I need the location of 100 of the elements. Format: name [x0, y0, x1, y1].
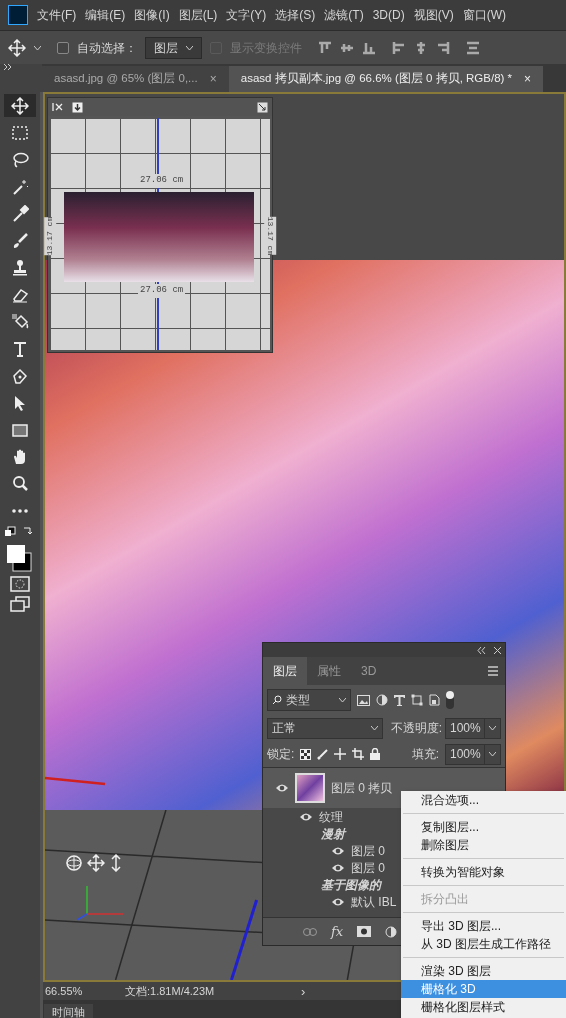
blend-mode-dropdown[interactable]: 正常 — [267, 717, 383, 739]
menu-item[interactable]: 转换为智能对象 — [401, 863, 566, 881]
menu-item[interactable]: 3D(D) — [372, 6, 405, 24]
type-icon — [11, 339, 29, 358]
opacity-field[interactable]: 100% — [445, 717, 501, 739]
status-menu-button[interactable]: › — [301, 984, 306, 998]
layer-name[interactable]: 图层 0 拷贝 — [331, 779, 393, 797]
crop-icon[interactable] — [352, 748, 365, 760]
screen-mode-icon[interactable] — [10, 596, 30, 612]
menu-item[interactable]: 文字(Y) — [226, 6, 267, 24]
filter-dropdown[interactable]: 类型 — [267, 689, 351, 711]
type-filter-icon[interactable] — [394, 694, 405, 706]
opacity-label: 不透明度: — [390, 720, 442, 737]
tool-button[interactable] — [4, 94, 36, 117]
brush-icon[interactable] — [317, 748, 329, 760]
move-tool-icon[interactable] — [8, 38, 26, 57]
effects-button[interactable]: fx — [331, 925, 344, 938]
align-icon[interactable] — [392, 40, 406, 55]
lock-label: 锁定: — [267, 746, 295, 763]
group-label: 漫射 — [321, 825, 345, 843]
quick-mask-icon[interactable] — [10, 576, 30, 592]
group-label: 基于图像的 — [321, 876, 381, 894]
collapse-icon[interactable] — [477, 646, 486, 654]
close-button[interactable]: × — [524, 70, 532, 88]
menu-item[interactable]: 导出 3D 图层... — [401, 917, 566, 935]
wand-icon — [11, 177, 29, 196]
menu-item[interactable]: 选择(S) — [275, 6, 316, 24]
image-filter-icon[interactable] — [357, 694, 370, 706]
menu-item[interactable]: 图层(L) — [178, 6, 218, 24]
orbit-icon[interactable] — [65, 854, 83, 872]
app-logo-icon[interactable] — [8, 5, 28, 25]
layer-name[interactable]: 图层 0 — [351, 858, 385, 877]
x-axis-line — [45, 776, 107, 786]
menu-item[interactable]: 复制图层... — [401, 818, 566, 836]
menu-item[interactable]: 视图(V) — [413, 6, 454, 24]
timeline-tab[interactable]: 时间轴 — [44, 1004, 93, 1018]
document-size: 文档:1.81M/4.23M — [125, 983, 216, 999]
zoom-icon — [11, 474, 29, 493]
menu-item[interactable]: 编辑(E) — [85, 6, 126, 24]
paint-bucket-icon — [11, 312, 29, 331]
adjustment-icon[interactable] — [385, 925, 398, 938]
layer-name[interactable]: 纹理 — [319, 807, 343, 826]
filter-toggle[interactable] — [446, 691, 454, 709]
resize-icon[interactable] — [257, 101, 268, 113]
target-dropdown[interactable]: 图层 — [145, 36, 202, 59]
panel-tab[interactable]: 3D — [351, 657, 387, 685]
menu-item[interactable]: 渲染 3D 图层 — [401, 962, 566, 980]
width-label: 27.06 cm — [138, 284, 186, 298]
close-button[interactable]: × — [209, 70, 217, 88]
adjustment-filter-icon[interactable] — [376, 694, 388, 706]
menu-item[interactable]: 栅格化图层样式 — [401, 998, 566, 1016]
panel-tab[interactable]: 属性 — [307, 657, 351, 685]
move-icon[interactable] — [334, 748, 347, 760]
caret-icon[interactable] — [489, 726, 496, 730]
eyedropper-icon — [11, 204, 29, 223]
fill-field[interactable]: 100% — [445, 743, 501, 765]
slide-icon[interactable] — [109, 854, 123, 872]
align-icon[interactable] — [318, 40, 332, 55]
search-icon — [272, 695, 282, 705]
panel-tab[interactable]: 图层 — [263, 657, 307, 685]
visibility-eye-icon[interactable] — [275, 782, 289, 794]
align-icon[interactable] — [436, 40, 450, 55]
layer-name[interactable]: 默认 IBL — [351, 892, 397, 911]
auto-select-label: 自动选择： — [77, 39, 137, 57]
caret-icon — [339, 698, 346, 702]
close-icon[interactable] — [494, 646, 501, 654]
download-icon[interactable] — [72, 101, 83, 113]
menu-item[interactable]: 混合选项... — [401, 791, 566, 809]
smart-object-filter-icon[interactable] — [429, 694, 440, 706]
caret-icon — [371, 726, 378, 730]
stamp-icon — [11, 258, 29, 277]
zoom-level: 66.55% — [45, 983, 84, 999]
brush-icon — [11, 231, 29, 250]
menu-item[interactable]: 图像(I) — [134, 6, 170, 24]
lasso-icon — [11, 150, 29, 169]
layer-name[interactable]: 图层 0 — [351, 841, 385, 860]
expand-icon[interactable] — [4, 64, 12, 70]
height-label: 13.17 cm — [44, 216, 57, 256]
menu-item[interactable]: 滤镜(T) — [324, 6, 364, 24]
width-label: 27.06 cm — [138, 174, 186, 188]
menu-item[interactable]: 从 3D 图层生成工作路径 — [401, 935, 566, 953]
shape-filter-icon[interactable] — [411, 694, 423, 706]
fill-label: 填充: — [411, 746, 439, 763]
menu-item[interactable]: 文件(F) — [37, 6, 77, 24]
caret-icon[interactable] — [489, 752, 496, 756]
pan-icon[interactable] — [87, 854, 105, 872]
lock-pixels-icon[interactable] — [300, 748, 312, 760]
lock-icon[interactable] — [370, 748, 381, 760]
align-icon[interactable] — [362, 40, 376, 55]
auto-select-checkbox[interactable] — [57, 41, 69, 54]
menu-item[interactable]: 窗口(W) — [462, 6, 506, 24]
axis-gizmo-drawing — [75, 884, 125, 922]
mask-icon[interactable] — [357, 926, 372, 937]
align-icon[interactable] — [414, 40, 428, 55]
document-tab[interactable]: asasd 拷贝副本.jpg @ 66.6% (图层 0 拷贝, RGB/8) * × — [228, 66, 544, 92]
caret-icon[interactable] — [34, 45, 41, 50]
height-label: 13.17 cm — [263, 216, 276, 256]
menu-item[interactable]: 删除图层 — [401, 836, 566, 854]
document-tab[interactable]: asasd.jpg @ 65% (图层 0,... × — [42, 66, 229, 92]
align-icon[interactable] — [466, 40, 480, 55]
